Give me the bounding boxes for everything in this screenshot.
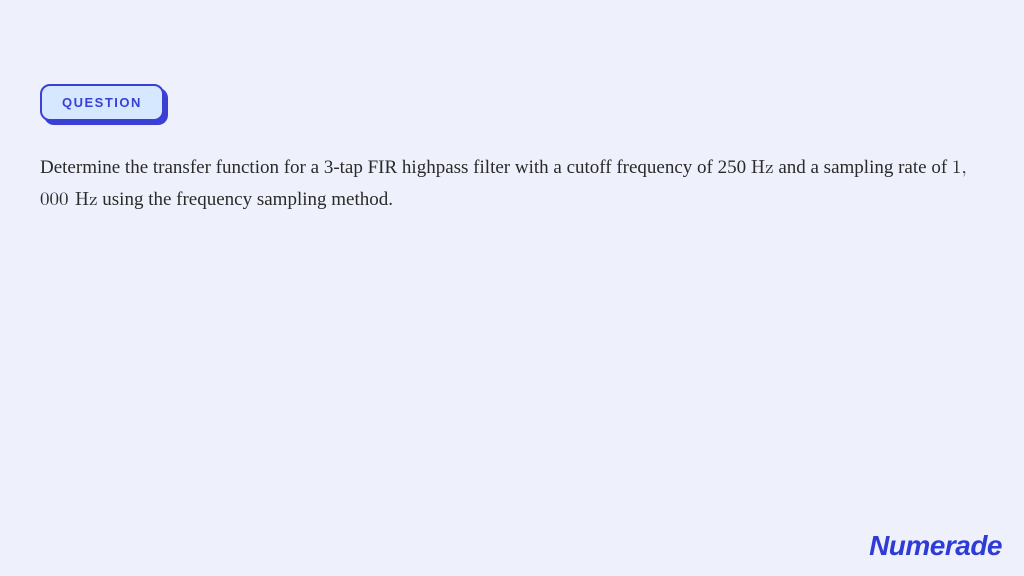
q-prefix: Determine the transfer function for a 3-… bbox=[40, 157, 751, 178]
question-text: Determine the transfer function for a 3-… bbox=[40, 151, 984, 216]
q-hz1: Hz bbox=[751, 152, 774, 179]
content-area: QUESTION Determine the transfer function… bbox=[0, 0, 1024, 216]
badge-label: QUESTION bbox=[40, 84, 164, 121]
brand-logo: Numerade bbox=[869, 530, 1002, 562]
question-badge: QUESTION bbox=[40, 84, 164, 121]
q-hz2: Hz bbox=[75, 184, 98, 211]
q-mid: and a sampling rate of bbox=[774, 157, 952, 178]
q-suffix: using the frequency sampling method. bbox=[98, 189, 394, 210]
